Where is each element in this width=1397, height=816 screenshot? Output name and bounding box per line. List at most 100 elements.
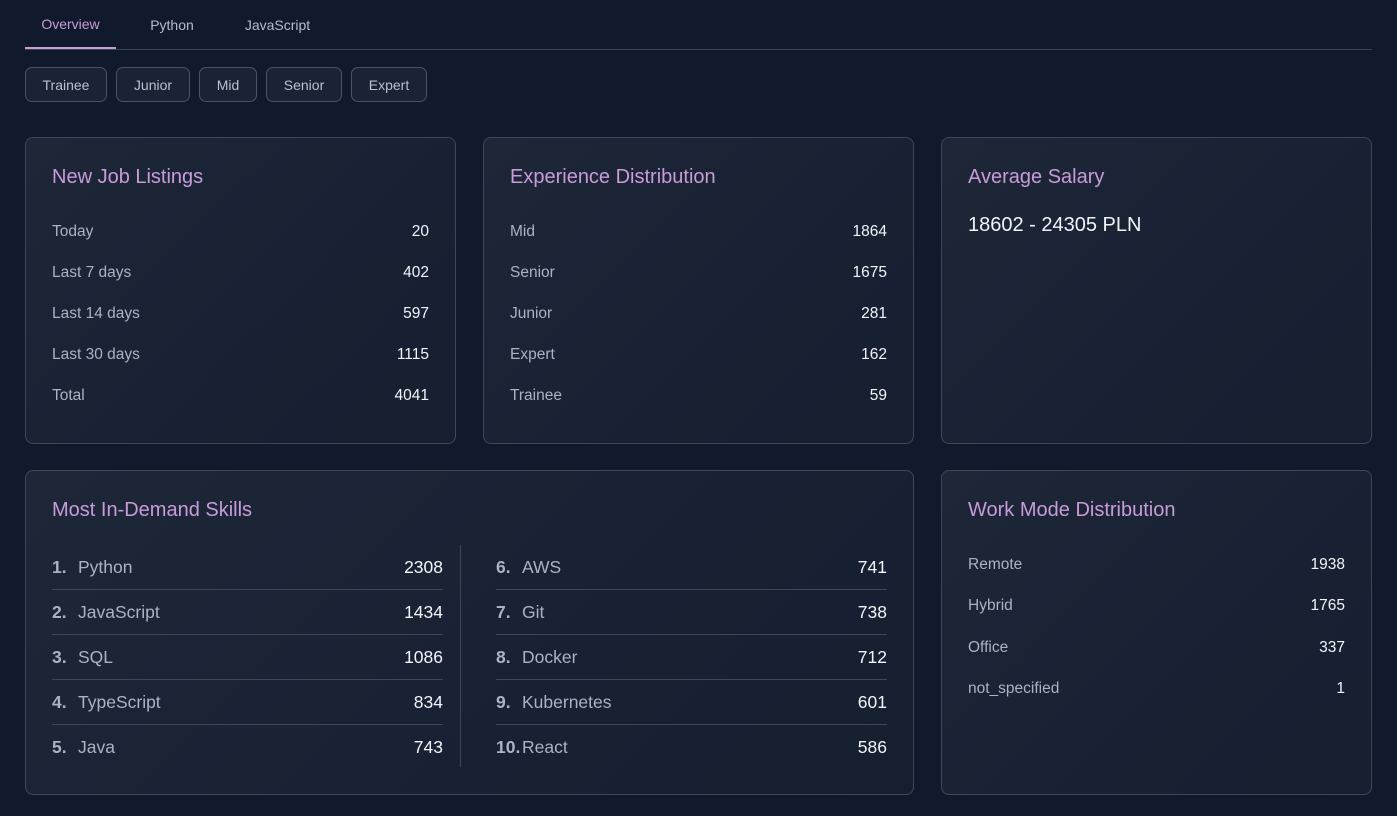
stat-value: 1765: [1310, 597, 1345, 614]
skill-rank: 5.: [52, 737, 67, 757]
stat-value: 1: [1336, 680, 1345, 697]
stat-value: 162: [861, 346, 887, 363]
skill-row: 1. Python 2308: [52, 545, 443, 590]
stat-label: not_specified: [968, 680, 1060, 697]
stat-value: 1675: [852, 264, 887, 281]
stat-label: Last 30 days: [52, 346, 140, 363]
skill-rank: 7.: [496, 601, 511, 622]
stat-label: Last 7 days: [52, 264, 132, 281]
stat-row: Remote 1938: [968, 555, 1345, 575]
stat-value: 1938: [1310, 556, 1345, 573]
stat-value: 402: [403, 264, 429, 281]
stat-row: Hybrid 1765: [968, 596, 1345, 616]
skill-name: Docker: [522, 646, 578, 667]
skills-list-right: 6. AWS 741 7. Git 738 8. Docker 712 9. K…: [496, 545, 887, 770]
skill-name: Python: [78, 556, 133, 577]
stat-row: Senior 1675: [510, 263, 887, 283]
stat-value: 4041: [394, 387, 429, 404]
in-demand-skills-card: Most In-Demand Skills 1. Python 2308 2. …: [25, 470, 914, 795]
stat-row: Trainee 59: [510, 386, 887, 406]
skill-rank: 1.: [52, 556, 67, 577]
stat-row: Total 4041: [52, 386, 429, 406]
stat-label: Office: [968, 639, 1009, 656]
skill-count: 601: [857, 691, 887, 712]
stat-row: Mid 1864: [510, 222, 887, 242]
skill-name: AWS: [522, 556, 562, 577]
skill-row: 8. Docker 712: [496, 635, 887, 680]
stat-label: Today: [52, 223, 94, 240]
stat-row: Junior 281: [510, 304, 887, 324]
skill-name: JavaScript: [78, 601, 160, 622]
skill-row: 3. SQL 1086: [52, 635, 443, 680]
skill-row: 10. React 586: [496, 725, 887, 770]
filter-expert-button[interactable]: Expert: [351, 67, 427, 102]
skill-count: 743: [413, 737, 443, 757]
tab-overview[interactable]: Overview: [25, 0, 116, 49]
stat-label: Last 14 days: [52, 305, 140, 322]
skill-rank: 4.: [52, 691, 67, 712]
skill-rank: 8.: [496, 646, 511, 667]
dashboard-page: Overview Python JavaScript Trainee Junio…: [0, 0, 1397, 816]
stat-value: 59: [869, 387, 887, 404]
new-job-listings-card: New Job Listings Today 20 Last 7 days 40…: [25, 137, 456, 444]
skill-count: 586: [857, 737, 887, 757]
skill-name: TypeScript: [78, 691, 161, 712]
tab-javascript[interactable]: JavaScript: [230, 0, 325, 49]
card-title: Experience Distribution: [510, 166, 716, 188]
stat-row: Office 337: [968, 638, 1345, 658]
skill-rank: 3.: [52, 646, 67, 667]
card-title: New Job Listings: [52, 166, 204, 188]
skills-column-divider: [460, 545, 461, 767]
stat-value: 597: [403, 305, 429, 322]
skill-name: Java: [78, 737, 115, 757]
experience-distribution-card: Experience Distribution Mid 1864 Senior …: [483, 137, 914, 444]
skill-name: Git: [522, 601, 545, 622]
skill-count: 2308: [404, 556, 443, 577]
stat-value: 337: [1319, 639, 1345, 656]
skill-row: 5. Java 743: [52, 725, 443, 770]
skill-name: Kubernetes: [522, 691, 612, 712]
stat-label: Total: [52, 387, 85, 404]
skill-rank: 9.: [496, 691, 511, 712]
skill-row: 7. Git 738: [496, 590, 887, 635]
skill-count: 1086: [404, 646, 443, 667]
skill-rank: 6.: [496, 556, 511, 577]
stat-label: Senior: [510, 264, 555, 281]
skill-count: 712: [857, 646, 887, 667]
skill-row: 2. JavaScript 1434: [52, 590, 443, 635]
skill-count: 834: [413, 691, 443, 712]
tab-python[interactable]: Python: [136, 0, 208, 49]
skill-count: 738: [857, 601, 887, 622]
stat-row: Today 20: [52, 222, 429, 242]
stat-value: 20: [411, 223, 429, 240]
filter-mid-button[interactable]: Mid: [199, 67, 257, 102]
skill-count: 1434: [404, 601, 443, 622]
skill-name: SQL: [78, 646, 114, 667]
stat-row: Last 7 days 402: [52, 263, 429, 283]
average-salary-card: Average Salary 18602 - 24305 PLN: [941, 137, 1372, 444]
stat-label: Remote: [968, 556, 1023, 573]
stat-row: Last 30 days 1115: [52, 345, 429, 365]
skill-rank: 2.: [52, 601, 67, 622]
work-mode-distribution-card: Work Mode Distribution Remote 1938 Hybri…: [941, 470, 1372, 795]
stat-label: Junior: [510, 305, 553, 322]
stat-value: 281: [861, 305, 887, 322]
filter-senior-button[interactable]: Senior: [266, 67, 342, 102]
tab-bar: Overview Python JavaScript: [25, 0, 1372, 50]
filter-trainee-button[interactable]: Trainee: [25, 67, 107, 102]
stat-label: Trainee: [510, 387, 562, 404]
stat-value: 1864: [852, 223, 887, 240]
stat-label: Mid: [510, 223, 535, 240]
skill-count: 741: [857, 556, 887, 577]
stat-label: Expert: [510, 346, 555, 363]
skills-list-left: 1. Python 2308 2. JavaScript 1434 3. SQL…: [52, 545, 443, 770]
skill-rank: 10.: [496, 737, 521, 757]
card-title: Work Mode Distribution: [968, 499, 1176, 521]
stat-label: Hybrid: [968, 597, 1013, 614]
stat-row: Last 14 days 597: [52, 304, 429, 324]
card-title: Average Salary: [968, 166, 1105, 188]
skill-row: 9. Kubernetes 601: [496, 680, 887, 725]
filter-junior-button[interactable]: Junior: [116, 67, 190, 102]
skill-name: React: [522, 737, 568, 757]
stat-row: not_specified 1: [968, 679, 1345, 699]
